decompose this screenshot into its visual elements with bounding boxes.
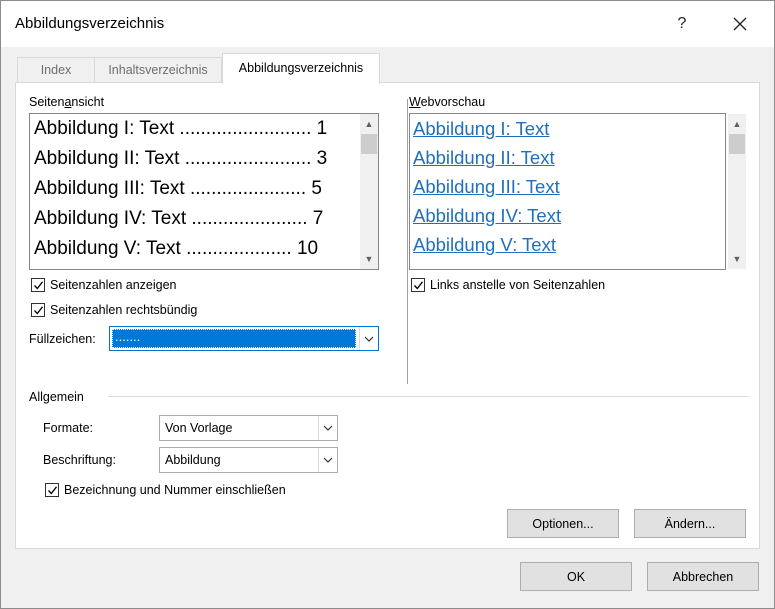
scroll-up-icon[interactable]: ▲: [728, 116, 746, 132]
show-page-numbers-label: Seitenzahlen anzeigen: [50, 278, 177, 292]
print-preview-scrollbar[interactable]: ▲ ▼: [360, 114, 378, 269]
web-preview-scrollbar[interactable]: ▲ ▼: [728, 114, 746, 269]
tab-leader-value: .......: [115, 329, 141, 344]
scroll-down-icon[interactable]: ▼: [728, 251, 746, 267]
tab-panel: Seitenansicht Abbildung I: Text ........…: [15, 82, 760, 549]
selection-highlight: [112, 329, 356, 348]
scroll-thumb[interactable]: [729, 134, 745, 154]
tab-leader-label: Füllzeichen:: [29, 332, 96, 346]
caption-label: Beschriftung:: [43, 453, 116, 467]
checkmark-icon: [34, 281, 44, 290]
web-entry-link[interactable]: Abbildung II: Text: [413, 147, 555, 169]
close-button[interactable]: [717, 9, 763, 39]
general-section-label: Allgemein: [29, 390, 84, 404]
web-preview-list[interactable]: Abbildung I: Text Abbildung II: Text Abb…: [409, 113, 726, 270]
chevron-down-icon[interactable]: [359, 327, 378, 350]
caption-value: Abbildung: [165, 453, 221, 467]
close-icon: [733, 17, 747, 31]
caption-select[interactable]: Abbildung: [159, 447, 338, 473]
web-entry-link[interactable]: Abbildung IV: Text: [413, 205, 561, 227]
use-hyperlinks-checkbox[interactable]: [411, 278, 425, 292]
right-align-label: Seitenzahlen rechtsbündig: [50, 303, 198, 317]
print-preview-list[interactable]: Abbildung I: Text ......................…: [29, 113, 379, 270]
print-entry: Abbildung V: Text .................... 1…: [34, 238, 319, 259]
scroll-thumb[interactable]: [361, 134, 377, 154]
tab-leader-select[interactable]: .......: [109, 326, 379, 351]
modify-button[interactable]: Ändern...: [634, 509, 746, 538]
tab-index[interactable]: Index: [17, 57, 95, 83]
print-entry: Abbildung IV: Text .....................…: [34, 208, 324, 229]
include-label-label: Bezeichnung und Nummer einschließen: [64, 483, 286, 497]
chevron-down-icon[interactable]: [318, 416, 337, 440]
checkmark-icon: [34, 306, 44, 315]
web-entry-link[interactable]: Abbildung III: Text: [413, 176, 560, 198]
web-preview-label: Webvorschau: [409, 95, 486, 109]
formats-select[interactable]: Von Vorlage: [159, 415, 338, 441]
window-title: Abbildungsverzeichnis: [15, 15, 165, 32]
web-entry-link[interactable]: Abbildung I: Text: [413, 118, 549, 140]
checkmark-icon: [414, 281, 424, 290]
horizontal-separator: [108, 396, 749, 397]
right-align-checkbox[interactable]: [31, 303, 45, 317]
print-preview-label: Seitenansicht: [29, 95, 105, 109]
cancel-button[interactable]: Abbrechen: [647, 562, 759, 591]
figures-dialog: Abbildungsverzeichnis ? Index Inhaltsver…: [0, 0, 775, 609]
scroll-up-icon[interactable]: ▲: [360, 116, 378, 132]
print-entry: Abbildung II: Text .....................…: [34, 148, 328, 169]
print-entry: Abbildung I: Text ......................…: [34, 118, 328, 139]
vertical-separator: [407, 99, 408, 384]
tab-table-of-contents[interactable]: Inhaltsverzeichnis: [94, 57, 222, 83]
print-entry: Abbildung III: Text ....................…: [34, 178, 322, 199]
checkmark-icon: [48, 486, 58, 495]
show-page-numbers-checkbox[interactable]: [31, 278, 45, 292]
include-label-checkbox[interactable]: [45, 483, 59, 497]
options-button[interactable]: Optionen...: [507, 509, 619, 538]
help-button[interactable]: ?: [659, 9, 705, 39]
use-hyperlinks-label: Links anstelle von Seitenzahlen: [430, 278, 606, 292]
web-entry-link[interactable]: Abbildung V: Text: [413, 234, 556, 256]
chevron-down-icon[interactable]: [318, 448, 337, 472]
title-bar: Abbildungsverzeichnis ?: [1, 1, 774, 47]
ok-button[interactable]: OK: [520, 562, 632, 591]
formats-label: Formate:: [43, 421, 94, 435]
formats-value: Von Vorlage: [165, 421, 233, 435]
tab-table-of-figures[interactable]: Abbildungsverzeichnis: [222, 53, 380, 84]
scroll-down-icon[interactable]: ▼: [360, 251, 378, 267]
